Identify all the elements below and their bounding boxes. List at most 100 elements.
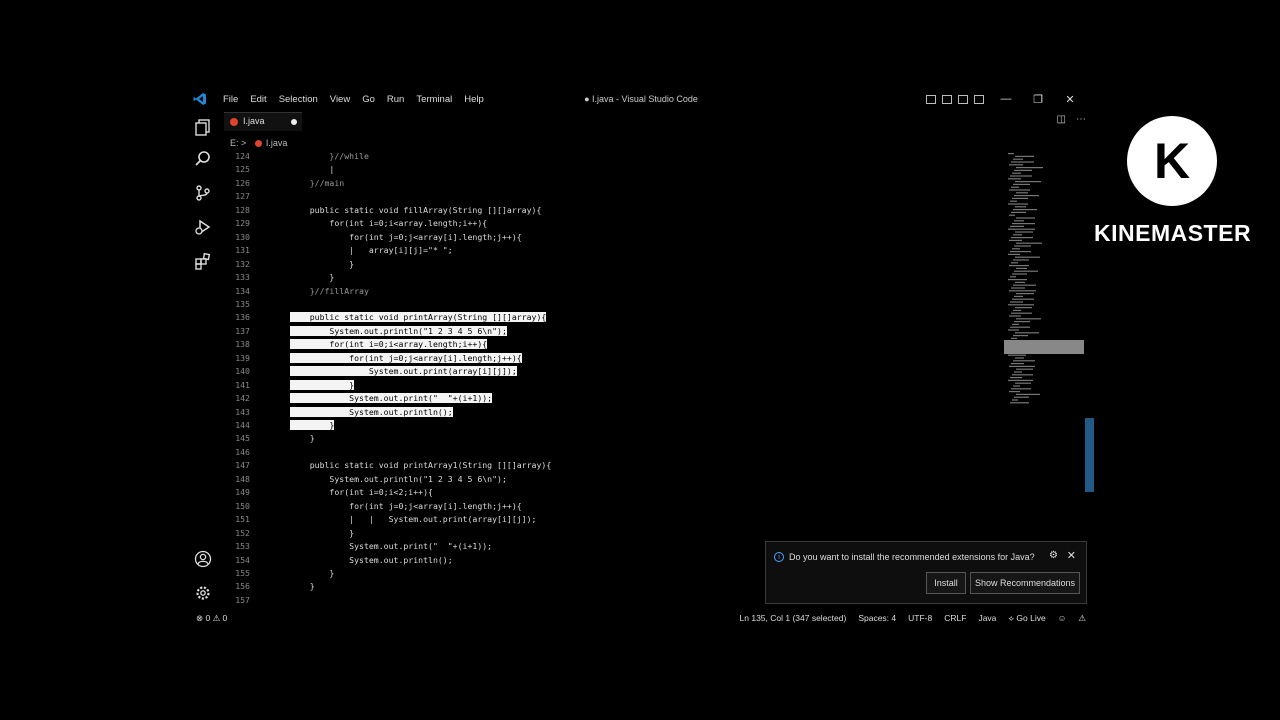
run-debug-icon[interactable] bbox=[194, 218, 212, 236]
code-line[interactable]: System.out.println(); bbox=[290, 555, 453, 565]
code-line[interactable]: } bbox=[290, 272, 334, 282]
settings-gear-icon[interactable] bbox=[194, 584, 212, 602]
code-line[interactable]: }//while bbox=[290, 151, 368, 161]
minimap-slider[interactable] bbox=[1004, 340, 1084, 354]
menu-go[interactable]: Go bbox=[362, 94, 375, 105]
code-line[interactable]: System.out.print(" "+(i+1)); bbox=[290, 393, 493, 404]
code-line[interactable]: public static void printArray(String [][… bbox=[290, 312, 547, 323]
code-line[interactable]: } bbox=[290, 568, 334, 578]
explorer-icon[interactable] bbox=[194, 118, 212, 136]
minimap-line bbox=[1013, 360, 1035, 362]
code-text: }//fillArray bbox=[290, 285, 369, 296]
code-line[interactable]: System.out.println(); bbox=[290, 406, 453, 417]
code-text: for(int j=0;j<array[i].length;j++){ bbox=[290, 231, 522, 242]
code-line[interactable]: } bbox=[290, 433, 315, 443]
toggle-sidebar-icon[interactable] bbox=[926, 94, 936, 104]
code-line[interactable]: for(int i=0;i<2;i++){ bbox=[290, 487, 433, 497]
code-line[interactable]: | | System.out.print(array[i][j]); bbox=[290, 514, 536, 524]
breadcrumb-drive[interactable]: E: bbox=[230, 138, 239, 148]
minimap-line bbox=[1012, 172, 1021, 174]
code-line[interactable]: } bbox=[290, 581, 315, 591]
go-live-button[interactable]: ⟡ Go Live bbox=[1008, 613, 1045, 624]
vscode-window: File Edit Selection View Go Run Terminal… bbox=[188, 88, 1094, 628]
install-button[interactable]: Install bbox=[926, 572, 966, 594]
toggle-panel-icon[interactable] bbox=[942, 94, 952, 104]
menu-selection[interactable]: Selection bbox=[279, 94, 318, 105]
code-line[interactable]: System.out.println("1 2 3 4 5 6\n"); bbox=[290, 325, 507, 336]
problems-indicator[interactable]: ⊗ 0 ⚠ 0 bbox=[196, 613, 227, 624]
minimap-line bbox=[1008, 203, 1028, 205]
extensions-icon[interactable] bbox=[194, 252, 212, 270]
notifications-bell-icon[interactable]: ⚠ bbox=[1078, 613, 1086, 624]
code-line[interactable]: public static void fillArray(String [][]… bbox=[290, 205, 542, 215]
code-line[interactable]: for(int j=0;j<array[i].length;j++){ bbox=[290, 232, 522, 242]
unsaved-dot-icon[interactable] bbox=[291, 119, 297, 125]
code-line[interactable]: } bbox=[290, 528, 354, 538]
toggle-secondary-sidebar-icon[interactable] bbox=[958, 94, 968, 104]
language-mode[interactable]: Java bbox=[978, 613, 996, 624]
minimap-line bbox=[1008, 279, 1027, 281]
indentation[interactable]: Spaces: 4 bbox=[858, 613, 896, 624]
split-editor-icon[interactable]: ◫ bbox=[1057, 114, 1066, 125]
code-line[interactable]: } bbox=[290, 379, 355, 390]
minimap-line bbox=[1009, 265, 1029, 267]
encoding[interactable]: UTF-8 bbox=[908, 613, 932, 624]
close-window-icon[interactable]: ✕ bbox=[1054, 93, 1086, 106]
menu-edit[interactable]: Edit bbox=[250, 94, 266, 105]
code-line[interactable]: public static void printArray1(String []… bbox=[290, 460, 552, 470]
source-control-icon[interactable] bbox=[194, 184, 212, 202]
line-number: 150 bbox=[235, 500, 250, 511]
code-line[interactable]: for(int j=0;j<array[i].length;j++){ bbox=[290, 501, 522, 511]
code-line[interactable]: for(int j=0;j<array[i].length;j++){ bbox=[290, 352, 522, 363]
code-text: for(int j=0;j<array[i].length;j++){ bbox=[290, 352, 522, 363]
line-number: 147 bbox=[235, 460, 250, 471]
line-number: 128 bbox=[235, 204, 250, 215]
minimap-line bbox=[1011, 262, 1018, 264]
code-line[interactable]: System.out.print(" "+(i+1)); bbox=[290, 541, 492, 551]
minimap-line bbox=[1009, 290, 1036, 292]
more-actions-icon[interactable]: ⋯ bbox=[1076, 114, 1086, 125]
kinemaster-logo-letter: K bbox=[1153, 133, 1191, 189]
restore-icon[interactable]: ❐ bbox=[1022, 93, 1054, 106]
minimap-line bbox=[1012, 223, 1035, 225]
code-text: System.out.print(" "+(i+1)); bbox=[290, 393, 493, 404]
code-line[interactable]: System.out.print(array[i][j]); bbox=[290, 366, 517, 377]
code-text: } bbox=[290, 379, 355, 390]
minimap-line bbox=[1010, 301, 1023, 303]
code-line[interactable]: System.out.println("1 2 3 4 5 6\n"); bbox=[290, 474, 506, 484]
minimize-icon[interactable]: — bbox=[990, 93, 1022, 105]
code-line[interactable]: }//fillArray bbox=[290, 286, 369, 296]
line-number: 142 bbox=[235, 393, 250, 404]
code-line[interactable]: }//main bbox=[290, 178, 345, 188]
tab-i-java[interactable]: I.java bbox=[224, 112, 302, 131]
line-number: 154 bbox=[235, 554, 250, 565]
line-number: 137 bbox=[235, 325, 250, 336]
notification-close-icon[interactable]: ✕ bbox=[1067, 549, 1076, 562]
code-line[interactable]: | bbox=[290, 164, 334, 174]
vertical-scrollbar[interactable] bbox=[1085, 418, 1094, 492]
line-number: 130 bbox=[235, 231, 250, 242]
notification-settings-icon[interactable]: ⚙ bbox=[1049, 550, 1058, 561]
code-line[interactable]: | array[i][j]="* "; bbox=[290, 245, 453, 255]
line-ending[interactable]: CRLF bbox=[944, 613, 966, 624]
menu-terminal[interactable]: Terminal bbox=[416, 94, 452, 105]
minimap-line bbox=[1015, 155, 1034, 157]
feedback-icon[interactable]: ☺ bbox=[1058, 613, 1067, 624]
code-line[interactable]: } bbox=[290, 420, 335, 430]
menu-view[interactable]: View bbox=[330, 94, 350, 105]
account-icon[interactable] bbox=[194, 550, 212, 568]
customize-layout-icon[interactable] bbox=[974, 94, 984, 104]
show-recommendations-button[interactable]: Show Recommendations bbox=[970, 572, 1080, 594]
menu-file[interactable]: File bbox=[223, 94, 238, 105]
code-text: } bbox=[290, 272, 335, 283]
line-number: 146 bbox=[235, 446, 250, 457]
menu-help[interactable]: Help bbox=[464, 94, 484, 105]
cursor-position[interactable]: Ln 135, Col 1 (347 selected) bbox=[740, 613, 847, 624]
search-icon[interactable] bbox=[194, 150, 212, 168]
code-line[interactable]: for(int i=0;i<array.length;i++){ bbox=[290, 218, 487, 228]
menu-run[interactable]: Run bbox=[387, 94, 404, 105]
breadcrumb-file[interactable]: I.java bbox=[266, 138, 288, 148]
code-line[interactable]: for(int i=0;i<array.length;i++){ bbox=[290, 339, 488, 350]
code-line[interactable]: } bbox=[290, 259, 354, 269]
code-text: | array[i][j]="* "; bbox=[290, 245, 453, 256]
